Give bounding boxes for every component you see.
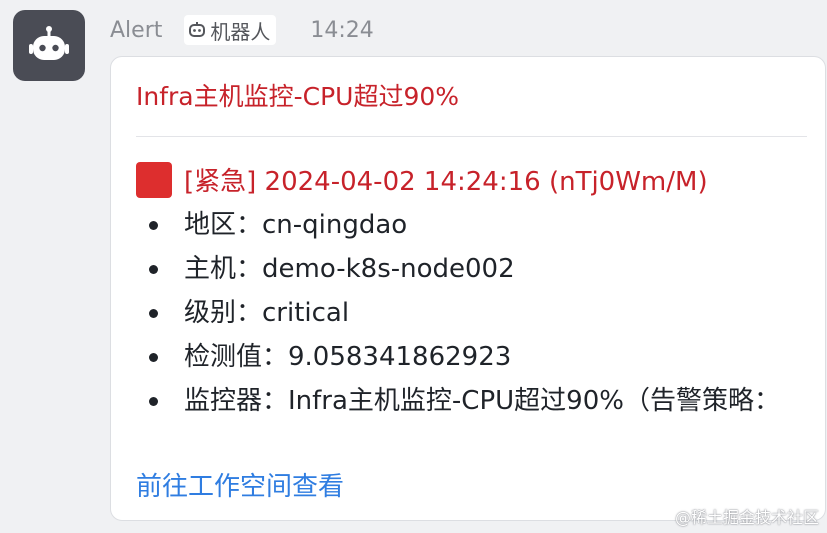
urgent-line: [紧急] 2024-04-02 14:24:16 (nTj0Wm/M) <box>136 161 708 198</box>
detail-host: 主机：demo-k8s-node002 <box>184 254 515 284</box>
robot-icon <box>188 21 206 39</box>
list-item: 主机：demo-k8s-node002 <box>149 247 789 291</box>
bullet-icon <box>149 221 158 230</box>
sender-name[interactable]: Alert <box>110 18 162 43</box>
alert-card: Infra主机监控-CPU超过90% [紧急] 2024-04-02 14:24… <box>110 56 826 521</box>
card-divider <box>136 136 807 137</box>
bullet-icon <box>149 353 158 362</box>
card-title: Infra主机监控-CPU超过90% <box>136 82 460 111</box>
watermark: @稀土掘金技术社区 <box>674 508 819 527</box>
chat-message: Alert 机器人 14:24 Infra主机监控-CPU超过90% [紧急] … <box>0 0 827 533</box>
open-workspace-link[interactable]: 前往工作空间查看 <box>136 466 344 503</box>
detail-region: 地区：cn-qingdao <box>184 210 408 240</box>
detail-value: 检测值：9.058341862923 <box>184 342 512 372</box>
urgent-text: [紧急] 2024-04-02 14:24:16 (nTj0Wm/M) <box>184 167 708 197</box>
detail-monitor: 监控器：Infra主机监控-CPU超过90%（告警策略： <box>184 386 780 416</box>
list-item: 检测值：9.058341862923 <box>149 335 789 379</box>
red-square-icon <box>136 161 172 198</box>
bullet-icon <box>149 309 158 318</box>
robot-badge-label: 机器人 <box>210 19 271 44</box>
list-item: 级别：critical <box>149 291 789 335</box>
detail-level: 级别：critical <box>184 298 350 328</box>
bullet-icon <box>149 397 158 406</box>
list-item: 地区：cn-qingdao <box>149 203 789 247</box>
sender-avatar[interactable] <box>13 10 85 81</box>
robot-badge: 机器人 <box>184 15 277 45</box>
alert-details-list: 地区：cn-qingdao 主机：demo-k8s-node002 级别：cri… <box>149 203 789 423</box>
message-time: 14:24 <box>310 17 374 43</box>
message-header: Alert 机器人 14:24 <box>110 14 374 46</box>
list-item: 监控器：Infra主机监控-CPU超过90%（告警策略： <box>149 379 789 423</box>
bullet-icon <box>149 265 158 274</box>
robot-icon <box>29 25 69 60</box>
